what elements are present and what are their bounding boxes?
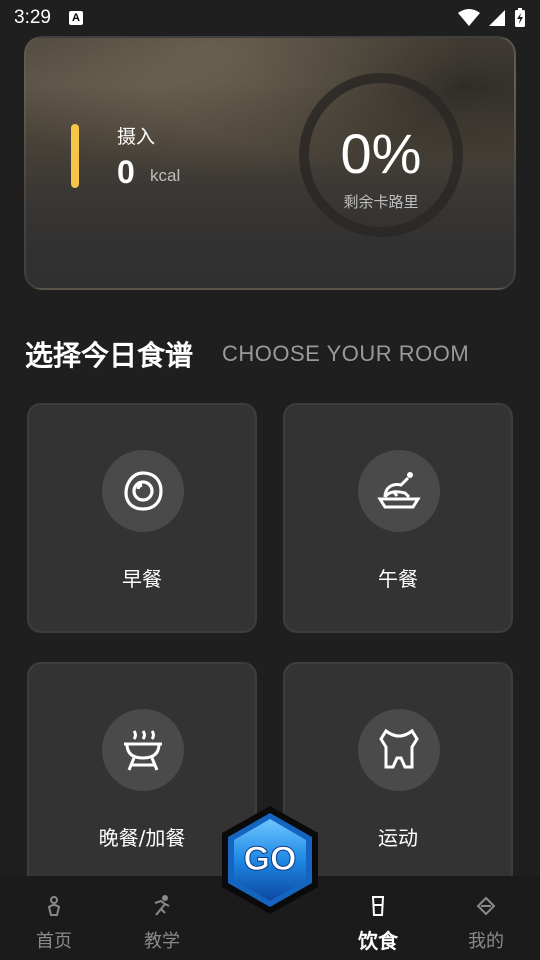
lunch-label: 午餐 — [378, 567, 418, 591]
nav-item-diet[interactable]: 饮食 — [328, 876, 428, 960]
roast-chicken-icon — [377, 472, 421, 509]
remaining-label: 剩余卡路里 — [343, 193, 419, 211]
go-button-label: GO — [244, 840, 297, 878]
intake-label: 摄入 — [117, 126, 156, 148]
lunch-icon-circle — [358, 450, 440, 532]
nav-label-diet: 饮食 — [358, 929, 398, 953]
intake-indicator-bar — [71, 124, 79, 188]
status-bar: 3:29 A — [0, 0, 540, 36]
nav-label-teaching: 教学 — [144, 931, 180, 952]
breakfast-label: 早餐 — [122, 567, 162, 591]
nav-item-home[interactable]: 首页 — [4, 876, 104, 960]
fried-egg-icon — [124, 471, 163, 511]
exercise-icon-circle — [358, 709, 440, 791]
meal-tile-lunch[interactable]: 午餐 — [283, 403, 513, 633]
section-subtitle: CHOOSE YOUR ROOM — [222, 341, 470, 366]
breakfast-icon-circle — [102, 450, 184, 532]
intake-value: 0 — [117, 154, 135, 190]
home-figure-icon — [42, 894, 66, 918]
remaining-percent: 0% — [340, 122, 422, 185]
signal-icon — [489, 10, 505, 26]
nav-label-mine: 我的 — [468, 931, 504, 952]
running-icon — [150, 894, 174, 918]
fitness-shirt-icon — [379, 728, 419, 769]
go-button[interactable]: GO — [218, 804, 322, 916]
section-title: 选择今日食谱 — [25, 339, 194, 372]
cup-icon — [366, 894, 390, 918]
nav-label-home: 首页 — [36, 931, 72, 952]
grill-icon — [124, 730, 162, 771]
profile-diamond-icon — [474, 894, 498, 918]
status-time: 3:29 — [14, 7, 51, 28]
calorie-summary-card: 摄入 0 kcal 0% 剩余卡路里 — [24, 36, 516, 290]
battery-charging-icon — [515, 8, 525, 27]
nav-item-teaching[interactable]: 教学 — [112, 876, 212, 960]
dinner-icon-circle — [102, 709, 184, 791]
wifi-icon — [458, 9, 480, 26]
notification-badge-icon: A — [68, 11, 83, 25]
intake-unit: kcal — [150, 166, 181, 185]
meal-tile-breakfast[interactable]: 早餐 — [27, 403, 257, 633]
nav-item-mine[interactable]: 我的 — [436, 876, 536, 960]
